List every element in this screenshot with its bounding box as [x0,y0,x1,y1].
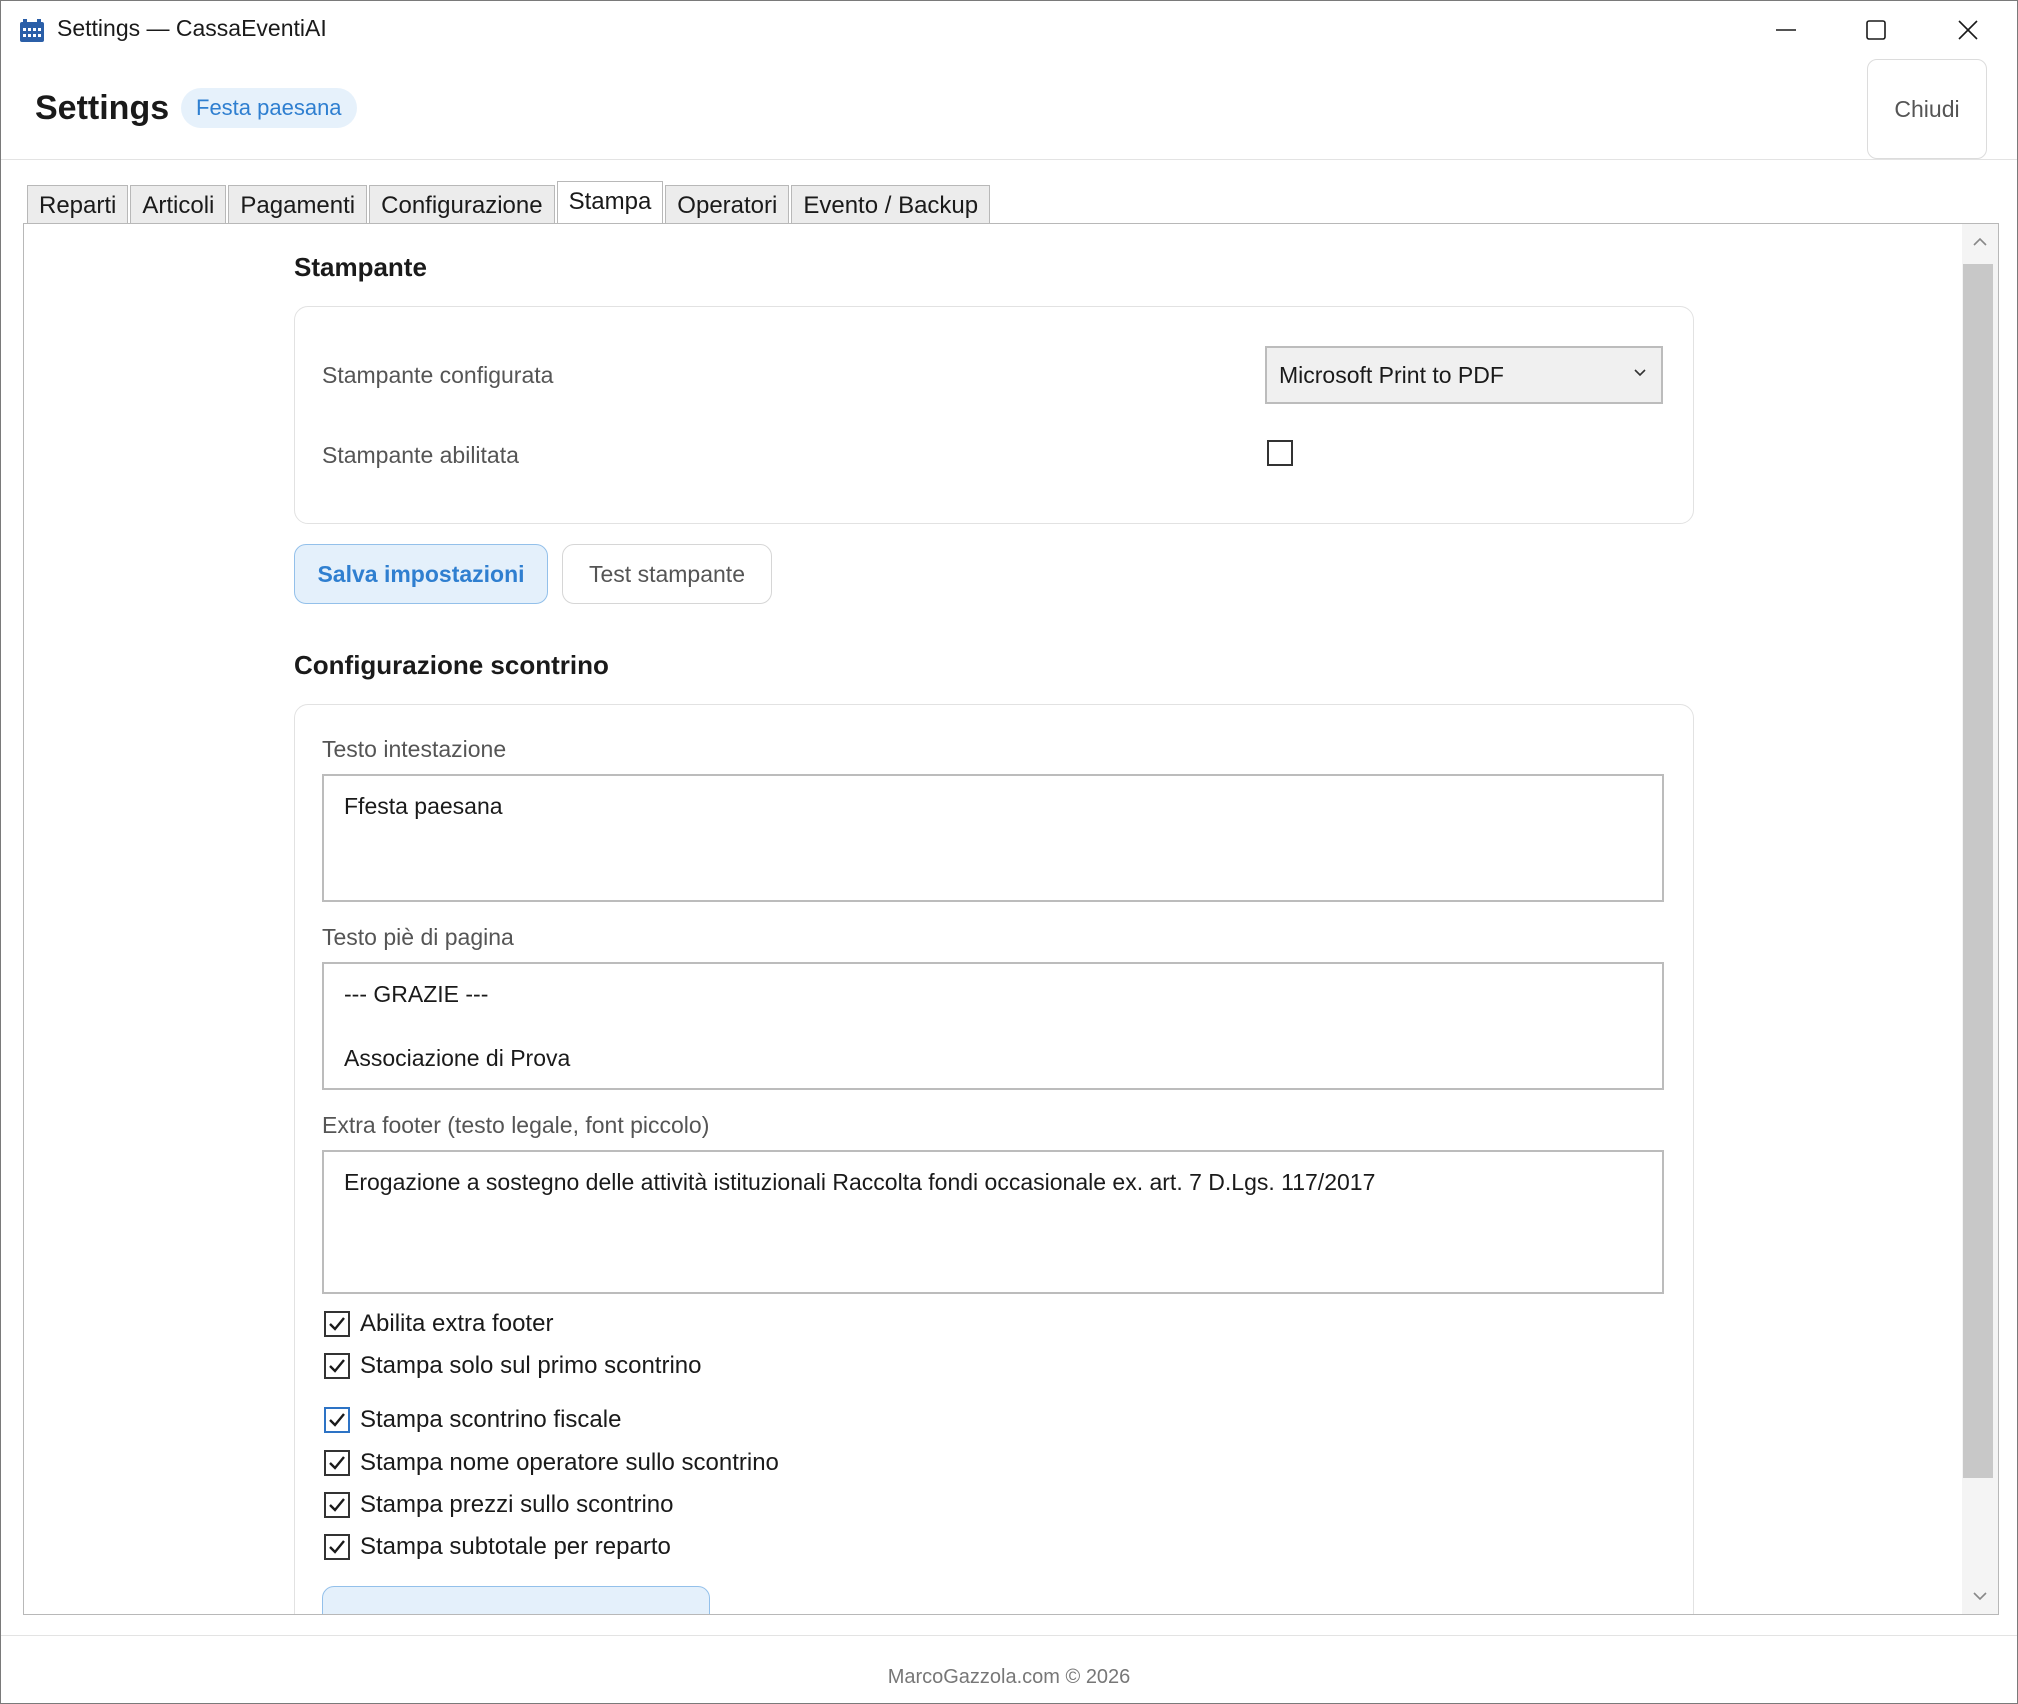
printer-enabled-checkbox[interactable] [1267,440,1293,466]
option-abilita-extra-footer[interactable]: Abilita extra footer [324,1309,553,1339]
extra-footer-label: Extra footer (testo legale, font piccolo… [322,1112,710,1138]
tab-stampa[interactable]: Stampa [556,181,664,227]
option-label: Stampa scontrino fiscale [360,1406,622,1433]
window-title: Settings — CassaEventiAI [57,15,327,41]
option-label: Abilita extra footer [360,1310,554,1337]
title-bar: Settings — CassaEventiAI [1,1,2017,59]
checkbox[interactable] [324,1492,350,1518]
tab-reparti[interactable]: Reparti [27,185,129,225]
footer-copyright: MarcoGazzola.com © 2026 [887,1666,1131,1688]
checkmark-icon [329,1413,345,1427]
settings-window: Settings — CassaEventiAI Settings Festa … [0,0,2018,1704]
maximize-icon [1866,20,1886,40]
option-label: Stampa subtotale per reparto [360,1533,671,1560]
page-title: Settings [35,89,170,127]
option-label: Stampa prezzi sullo scontrino [360,1491,674,1518]
scroll-thumb[interactable] [1963,264,1993,1478]
option-prezzi[interactable]: Stampa prezzi sullo scontrino [324,1490,673,1520]
scroll-down-button[interactable] [1962,1578,1998,1614]
option-solo-primo-scontrino[interactable]: Stampa solo sul primo scontrino [324,1351,701,1381]
page-header: Settings Festa paesana Chiudi [1,59,2017,160]
receipt-section-title: Configurazione scontrino [294,650,609,680]
option-nome-operatore[interactable]: Stampa nome operatore sullo scontrino [324,1448,779,1478]
minimize-button[interactable] [1741,1,1831,59]
chevron-down-icon [1973,1592,1987,1601]
printer-configured-label: Stampante configurata [322,362,554,388]
tab-bar: Reparti Articoli Pagamenti Configurazion… [27,181,992,227]
option-subtotale-reparto[interactable]: Stampa subtotale per reparto [324,1532,671,1562]
save-settings-button[interactable]: Salva impostazioni [294,544,548,604]
header-text-label: Testo intestazione [322,736,507,762]
option-label: Stampa nome operatore sullo scontrino [360,1449,779,1476]
test-printer-button[interactable]: Test stampante [562,544,772,604]
option-label: Stampa solo sul primo scontrino [360,1352,702,1379]
checkbox[interactable] [324,1450,350,1476]
checkbox[interactable] [324,1407,350,1433]
checkmark-icon [329,1498,345,1512]
chevron-down-icon [1634,369,1646,377]
close-button[interactable]: Chiudi [1867,59,1987,159]
maximize-button[interactable] [1831,1,1921,59]
printer-select-value: Microsoft Print to PDF [1279,361,1504,388]
tab-operatori[interactable]: Operatori [665,185,790,225]
header-text-field[interactable]: Ffesta paesana [322,774,1664,902]
event-badge: Festa paesana [181,88,357,128]
footer-text-field[interactable]: --- GRAZIE --- Associazione di Prova [322,962,1664,1090]
app-footer: MarcoGazzola.com © 2026 [1,1635,2017,1703]
printer-section-title: Stampante [294,252,427,282]
save-receipt-config-button[interactable] [322,1586,710,1614]
chevron-up-icon [1973,237,1987,246]
tab-articoli[interactable]: Articoli [130,185,227,225]
tab-evento-backup[interactable]: Evento / Backup [791,185,991,225]
checkbox[interactable] [324,1311,350,1337]
tab-panel-stampa: Stampante Stampante configurata Microsof… [23,223,1999,1615]
tab-configurazione[interactable]: Configurazione [369,185,555,225]
app-icon [20,19,44,42]
checkmark-icon [329,1359,345,1373]
extra-footer-field[interactable]: Erogazione a sostegno delle attività ist… [322,1150,1664,1294]
checkbox[interactable] [324,1353,350,1379]
printer-enabled-label: Stampante abilitata [322,442,519,468]
checkbox[interactable] [324,1534,350,1560]
checkmark-icon [329,1456,345,1470]
window-close-button[interactable] [1923,1,2013,59]
checkmark-icon [329,1540,345,1554]
footer-text-label: Testo piè di pagina [322,924,514,950]
tab-pagamenti[interactable]: Pagamenti [228,185,368,225]
vertical-scrollbar[interactable] [1962,224,1998,1614]
close-icon [1958,20,1978,40]
checkmark-icon [329,1317,345,1331]
minimize-icon [1776,29,1796,31]
option-scontrino-fiscale[interactable]: Stampa scontrino fiscale [324,1405,621,1435]
scroll-up-button[interactable] [1962,224,1998,260]
printer-card [294,306,1694,524]
printer-select[interactable]: Microsoft Print to PDF [1265,346,1663,404]
